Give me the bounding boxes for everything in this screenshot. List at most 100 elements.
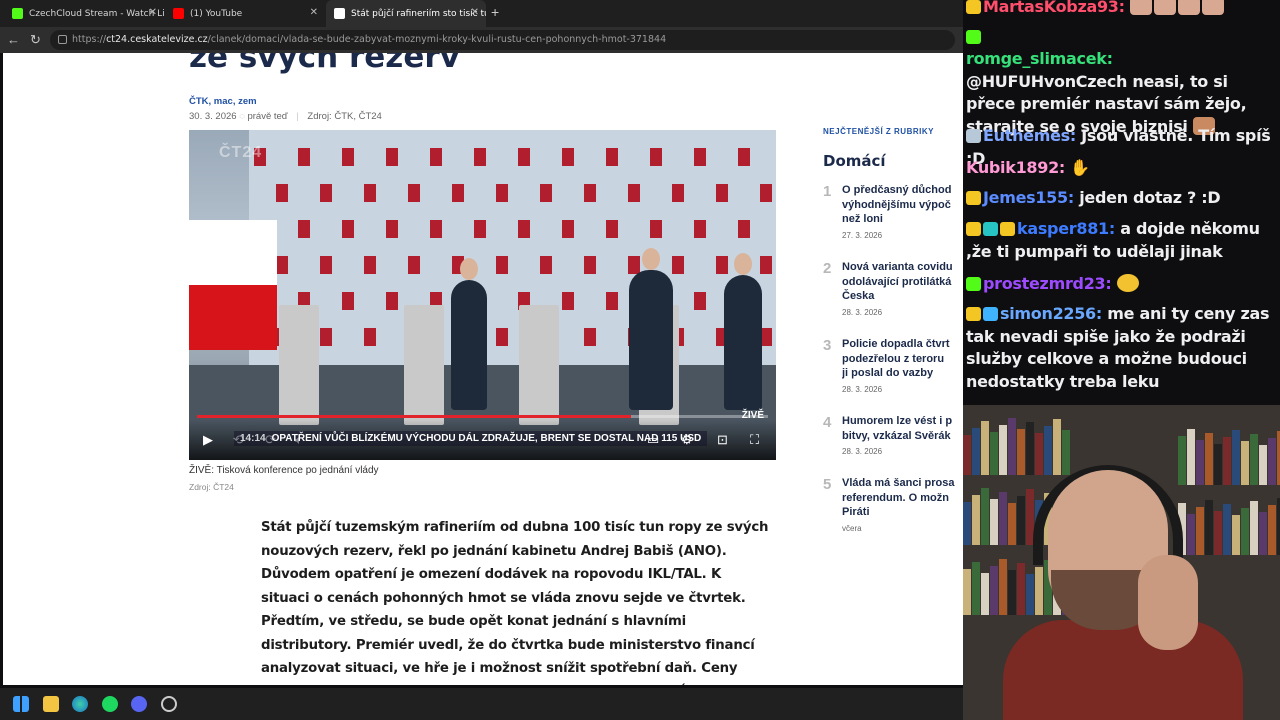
government-logo-tile — [760, 184, 772, 202]
url-path: /clanek/domaci/vlada-se-bude-zabyvat-moz… — [207, 34, 667, 45]
video-caption-source: Zdroj: ČT24 — [189, 482, 234, 492]
chat-username[interactable]: kasper881 — [1017, 219, 1109, 238]
verified-badge-icon — [966, 30, 981, 44]
most-read-item[interactable]: 1 O předčasný důchod výhodnějšímu výpoč … — [823, 183, 963, 243]
most-read-headline[interactable]: Nová varianta covidu odolávající protilá… — [842, 260, 963, 304]
tab-youtube[interactable]: (1) YouTube ✕ — [165, 0, 325, 27]
government-logo-tile — [386, 292, 398, 310]
book — [1223, 437, 1231, 485]
play-icon[interactable]: ▶ — [203, 432, 213, 448]
article-meta: 30. 3. 2026 ◌ právě teď | Zdroj: ČTK, ČT… — [189, 111, 382, 122]
book — [1187, 514, 1195, 555]
most-read-item[interactable]: 4 Humorem lze vést i p bitvy, vzkázal Sv… — [823, 414, 963, 459]
chat-username[interactable]: Jemes155 — [983, 188, 1068, 207]
government-logo-tile — [584, 256, 596, 274]
book — [981, 421, 989, 475]
streamer-hand — [1138, 555, 1198, 650]
ticker-text: OPATŘENÍ VŮČI BLÍZKÉMU VÝCHODU DÁL ZDRAŽ… — [271, 433, 702, 444]
government-logo-tile — [650, 148, 662, 166]
subtitles-icon[interactable]: ▭ — [647, 432, 659, 448]
government-logo-tile — [584, 328, 596, 346]
government-logo-tile — [408, 256, 420, 274]
book — [1268, 438, 1276, 485]
fullscreen-icon[interactable]: ⛶ — [750, 432, 759, 448]
discord-icon[interactable] — [131, 696, 147, 712]
video-caption: ŽIVĚ: Tisková konference po jednání vlád… — [189, 465, 379, 476]
book — [1008, 503, 1016, 545]
most-read-headline[interactable]: O předčasný důchod výhodnějšímu výpoč ne… — [842, 183, 963, 227]
back-arrow-icon[interactable]: ← — [7, 32, 20, 47]
sub-badge-icon — [966, 191, 981, 205]
tab-title: Stát půjčí rafineriím sto tisíc tun — [351, 8, 486, 19]
chat-username[interactable]: Kubik1892 — [966, 158, 1059, 177]
government-logo-tile — [628, 184, 640, 202]
video-timecode: 14:14 — [240, 433, 266, 444]
most-read-item[interactable]: 3 Policie dopadla čtvrt podezřelou z ter… — [823, 337, 963, 397]
article-source: Zdroj: ČTK, ČT24 — [307, 111, 382, 122]
sidebar-kicker: NEJČTENĚJŠÍ Z RUBRIKY — [823, 127, 934, 136]
book — [1232, 430, 1240, 485]
speaker-figure — [724, 253, 762, 410]
chat-username[interactable]: prostezmrd23 — [983, 274, 1106, 293]
article-authors[interactable]: ČTK, mac, zem — [189, 96, 257, 107]
chat-username[interactable]: simon2256 — [1000, 304, 1096, 323]
book — [1044, 426, 1052, 475]
channel-logo: ČT24 — [219, 144, 263, 161]
verified-badge-icon — [966, 277, 981, 291]
most-read-headline[interactable]: Vláda má šanci prosa referendum. O možn … — [842, 476, 963, 520]
government-logo-tile — [452, 184, 464, 202]
obs-icon[interactable] — [161, 696, 177, 712]
tab-close-icon[interactable]: ✕ — [310, 7, 318, 18]
sub-badge-icon — [966, 307, 981, 321]
podium — [404, 305, 444, 425]
most-read-item[interactable]: 5 Vláda má šanci prosa referendum. O mož… — [823, 476, 963, 536]
spotify-icon[interactable] — [102, 696, 118, 712]
most-read-item[interactable]: 2 Nová varianta covidu odolávající proti… — [823, 260, 963, 320]
article-lead: Stát půjčí tuzemským rafineriím od dubna… — [261, 520, 769, 685]
chat-message — [966, 26, 1276, 49]
tab-close-icon[interactable]: ✕ — [471, 7, 479, 18]
book — [1062, 430, 1070, 475]
chat-username[interactable]: Euthemes — [983, 126, 1070, 145]
site-info-icon[interactable] — [58, 35, 67, 44]
video-progress-bar[interactable] — [197, 415, 768, 418]
most-read-headline[interactable]: Policie dopadla čtvrt podezřelou z teror… — [842, 337, 963, 381]
government-logo-tile — [342, 220, 354, 238]
government-logo-tile — [298, 220, 310, 238]
chat-username[interactable]: romge_slimacek — [966, 49, 1107, 68]
crown-badge-icon — [966, 222, 981, 236]
new-tab-icon[interactable]: + — [491, 4, 499, 20]
most-read-headline[interactable]: Humorem lze vést i p bitvy, vzkázal Svěr… — [842, 414, 963, 443]
chat-username[interactable]: MartasKobza93 — [983, 0, 1119, 16]
government-logo-tile — [716, 256, 728, 274]
edge-browser-icon[interactable] — [72, 696, 88, 712]
tab-ct24-article[interactable]: Stát půjčí rafineriím sto tisíc tun ✕ — [326, 0, 486, 27]
settings-gear-icon[interactable]: ⚙ — [681, 432, 693, 448]
government-logo-tile — [276, 256, 288, 274]
video-player[interactable]: ČT24 ŽIVĚ ▶ ⟲ ⟳ 🔈︎ 14:14OPATŘENÍ VŮČI BL… — [189, 130, 776, 460]
government-logo-tile — [496, 256, 508, 274]
government-logo-tile — [496, 184, 508, 202]
book — [1250, 434, 1258, 485]
tab-czechcloud[interactable]: CzechCloud Stream - Watch Live o ✕ — [4, 0, 164, 27]
speaker-figure — [451, 258, 487, 410]
bookshelf — [1178, 425, 1280, 485]
tab-close-icon[interactable]: ✕ — [149, 7, 157, 18]
book — [1214, 511, 1222, 555]
file-explorer-icon[interactable] — [43, 696, 59, 712]
cast-icon[interactable]: ⊡ — [717, 432, 728, 448]
government-logo-tile — [364, 328, 376, 346]
book — [990, 432, 998, 475]
emote-icon — [1130, 0, 1153, 15]
government-logo-tile — [364, 184, 376, 202]
tab-title: CzechCloud Stream - Watch Live o — [29, 8, 164, 19]
most-read-date: 28. 3. 2026 — [842, 385, 883, 394]
speaker-figure — [629, 248, 673, 410]
reload-icon[interactable]: ↻ — [30, 32, 41, 47]
address-bar[interactable]: https://ct24.ceskatelevize.cz/clanek/dom… — [50, 30, 955, 50]
windows-start-icon[interactable] — [13, 696, 29, 712]
most-read-rank: 1 — [823, 183, 832, 200]
government-logo-tile — [540, 256, 552, 274]
chat-message: prostezmrd23: — [966, 273, 1276, 296]
book — [963, 502, 971, 545]
